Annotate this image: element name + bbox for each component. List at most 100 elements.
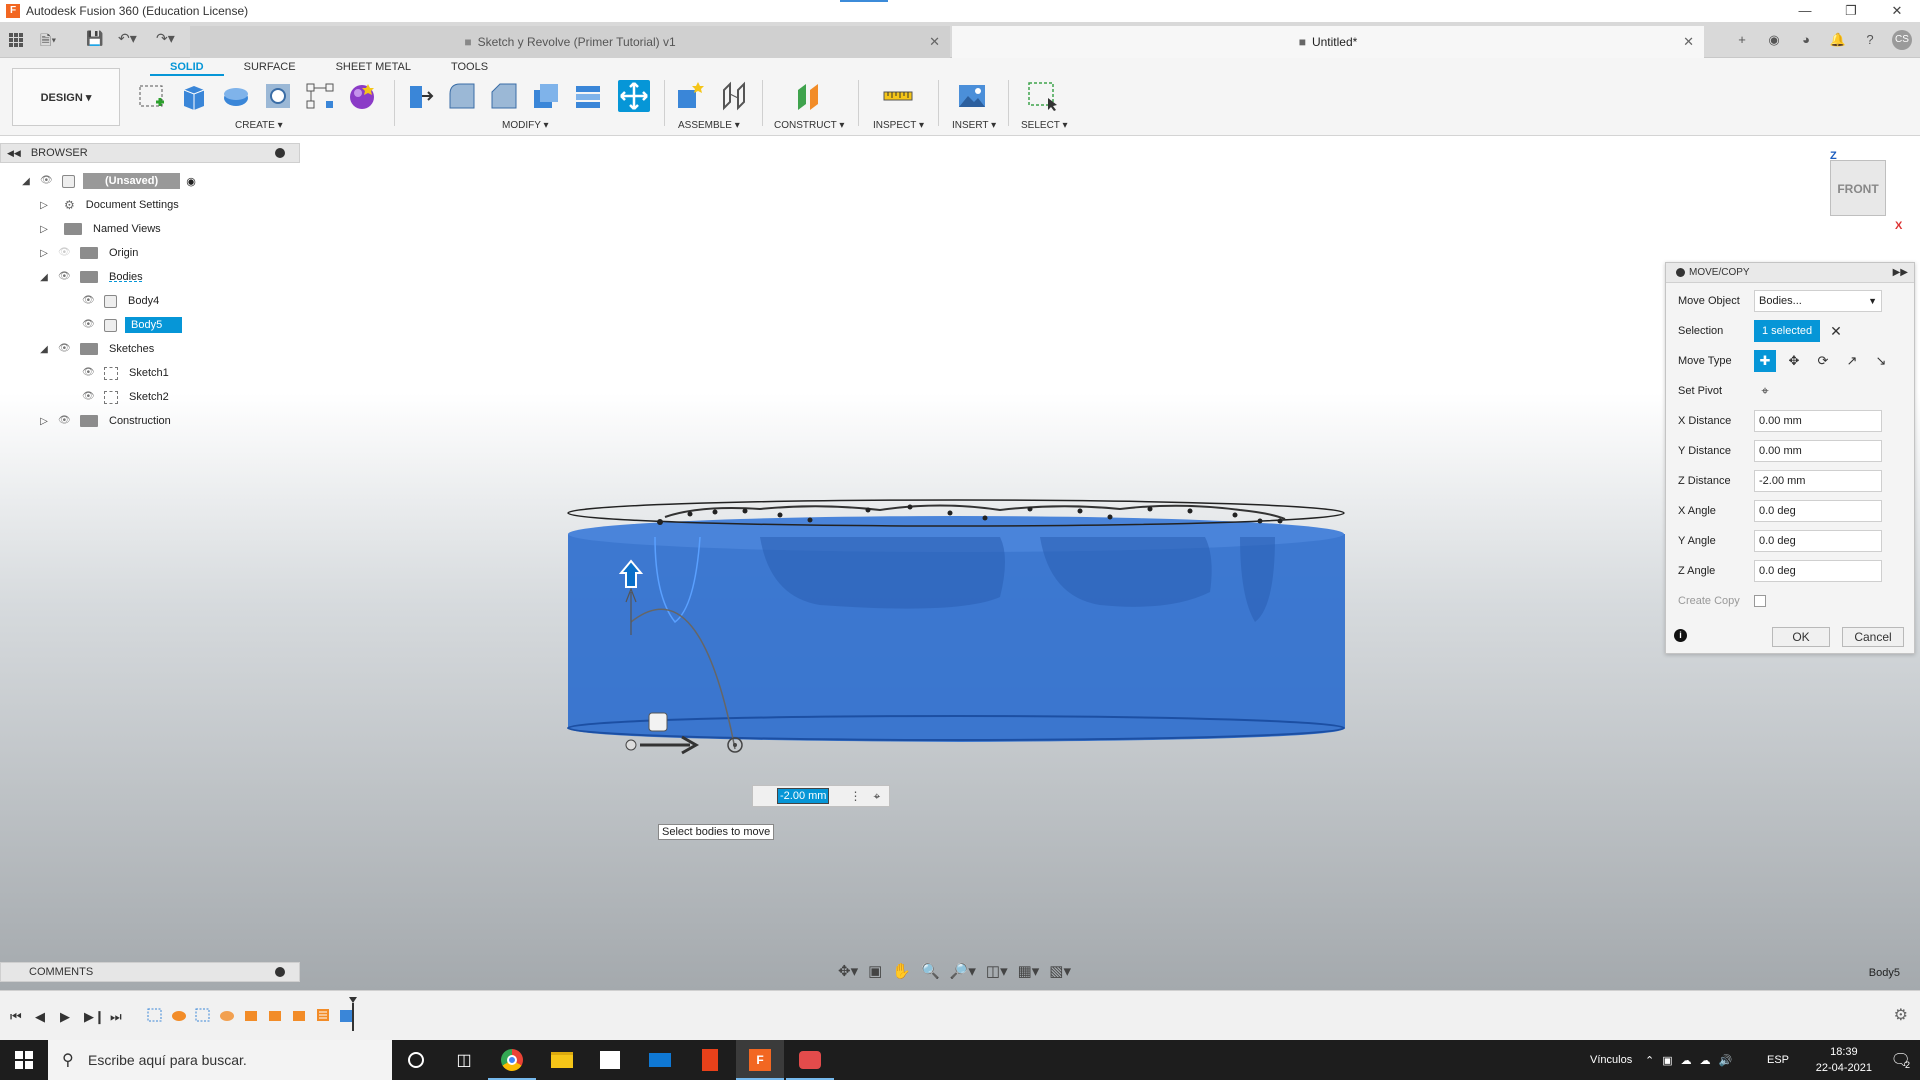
timeline-revolve-icon[interactable] <box>218 1006 236 1024</box>
task-view-button[interactable]: ◫ <box>440 1040 488 1080</box>
close-tab-icon[interactable]: ✕ <box>1683 34 1694 50</box>
activate-radio-icon[interactable]: ◉ <box>186 175 196 188</box>
taskbar-file-explorer[interactable] <box>538 1040 586 1080</box>
selection-button[interactable]: 1 selected <box>1754 320 1821 342</box>
taskbar-store[interactable] <box>586 1040 634 1080</box>
tab-solid[interactable]: SOLID <box>150 58 224 76</box>
create-sketch-icon[interactable] <box>136 80 168 112</box>
step-back-icon[interactable]: ◀ <box>35 1009 45 1025</box>
avatar[interactable]: CS <box>1892 30 1912 50</box>
tree-root[interactable]: ◢ 👁 (Unsaved) ◉ <box>20 171 196 191</box>
viewports-icon[interactable]: ▧▾ <box>1049 962 1071 980</box>
start-button[interactable] <box>0 1040 48 1080</box>
cortana-button[interactable] <box>392 1040 440 1080</box>
visibility-eye-icon[interactable]: 👁 <box>58 416 72 426</box>
modify-group-label[interactable]: MODIFY ▾ <box>502 120 549 131</box>
tab-sketch-revolve[interactable]: ■ Sketch y Revolve (Primer Tutorial) v1 … <box>190 26 950 58</box>
file-menu-icon[interactable]: 🗎▾ <box>40 30 56 54</box>
workspace-switcher[interactable]: DESIGN ▾ <box>12 68 120 126</box>
info-icon[interactable]: i <box>1674 629 1687 642</box>
timeline-revolve-icon[interactable] <box>170 1006 188 1024</box>
assemble-group-label[interactable]: ASSEMBLE ▾ <box>678 120 740 131</box>
display-settings-icon[interactable]: ◫▾ <box>986 962 1008 980</box>
tab-untitled[interactable]: ■ Untitled* ✕ <box>952 26 1704 58</box>
expand-toggle-icon[interactable]: ◢ <box>38 344 50 355</box>
notifications-bell-icon[interactable]: 🔔 <box>1828 30 1848 50</box>
browser-header[interactable]: ◀◀ BROWSER <box>0 143 300 163</box>
y-angle-field[interactable]: 0.0 deg <box>1754 530 1882 552</box>
go-to-end-icon[interactable]: ⏭ <box>110 1009 122 1025</box>
undo-icon[interactable]: ↶▾ <box>118 30 137 47</box>
save-icon[interactable]: 💾 <box>86 30 103 47</box>
x-angle-field[interactable]: 0.0 deg <box>1754 500 1882 522</box>
hole-icon[interactable] <box>262 80 294 112</box>
timeline-sketch-icon[interactable] <box>146 1006 164 1024</box>
expand-toggle-icon[interactable]: ▷ <box>38 416 50 427</box>
minimize-icon[interactable]: — <box>1782 0 1828 22</box>
timeline-extrude-icon[interactable] <box>242 1006 260 1024</box>
help-icon[interactable]: ? <box>1860 30 1880 50</box>
zoom-window-icon[interactable]: 🔎▾ <box>950 962 976 980</box>
close-tab-icon[interactable]: ✕ <box>929 34 940 50</box>
z-angle-field[interactable]: 0.0 deg <box>1754 560 1882 582</box>
data-panel-grid-icon[interactable] <box>6 30 26 50</box>
tree-item-bodies[interactable]: ◢ 👁 Bodies <box>38 267 146 287</box>
pin-icon[interactable] <box>275 148 285 158</box>
notification-center[interactable]: 🗨 2 <box>1891 1040 1911 1080</box>
set-pivot-icon[interactable]: ⌖ <box>1754 380 1776 402</box>
pan-icon[interactable]: ✋ <box>892 962 911 980</box>
move-object-select[interactable]: Bodies... ▼ <box>1754 290 1882 312</box>
zoom-icon[interactable]: 🔍 <box>921 962 940 980</box>
expand-toggle-icon[interactable]: ◢ <box>38 272 50 283</box>
shell-icon[interactable] <box>530 80 562 112</box>
y-distance-field[interactable]: 0.00 mm <box>1754 440 1882 462</box>
taskbar-discord[interactable] <box>786 1040 834 1080</box>
canvas-viewport[interactable]: -2.00 mm ⋮ ⌖ Select bodies to move <box>0 137 1920 990</box>
free-move-icon[interactable]: ✚ <box>1754 350 1776 372</box>
chamfer-icon[interactable] <box>488 80 520 112</box>
measure-icon[interactable] <box>882 80 914 112</box>
fillet-icon[interactable] <box>446 80 478 112</box>
pattern-icon[interactable] <box>304 80 336 112</box>
visibility-eye-icon[interactable]: 👁 <box>58 248 72 258</box>
tree-item-body4[interactable]: 👁 Body4 <box>62 291 162 311</box>
gear-icon[interactable]: ⚙ <box>1894 1005 1908 1025</box>
tab-tools[interactable]: TOOLS <box>431 58 508 76</box>
inspect-group-label[interactable]: INSPECT ▾ <box>873 120 924 131</box>
timeline-combine-icon[interactable] <box>314 1006 332 1024</box>
visibility-eye-icon[interactable]: 👁 <box>40 176 54 186</box>
expand-toggle-icon[interactable]: ▷ <box>38 200 50 211</box>
taskbar-fusion360[interactable]: F <box>736 1040 784 1080</box>
go-to-start-icon[interactable]: ⏮ <box>10 1009 22 1025</box>
expand-dialog-icon[interactable]: ▶▶ <box>1893 267 1908 278</box>
select-icon[interactable] <box>1026 80 1058 112</box>
point-to-point-icon[interactable]: ↗ <box>1841 350 1863 372</box>
tab-surface[interactable]: SURFACE <box>224 58 316 76</box>
ok-button[interactable]: OK <box>1772 627 1830 647</box>
clear-selection-icon[interactable]: ✕ <box>1830 323 1842 340</box>
extensions-icon[interactable]: ◉ <box>1764 30 1784 50</box>
network-icon[interactable]: ☁ <box>1700 1054 1711 1067</box>
combine-icon[interactable] <box>572 80 604 112</box>
taskbar-search[interactable]: ⚲ Escribe aquí para buscar. <box>48 1040 392 1080</box>
taskbar-clock[interactable]: 18:39 22-04-2021 <box>1816 1044 1872 1076</box>
onedrive-cloud-icon[interactable]: ☁ <box>1681 1054 1692 1067</box>
visibility-eye-icon[interactable]: 👁 <box>58 344 72 354</box>
timeline-sketch-icon[interactable] <box>194 1006 212 1024</box>
cancel-button[interactable]: Cancel <box>1842 627 1904 647</box>
construct-group-label[interactable]: CONSTRUCT ▾ <box>774 120 844 131</box>
more-options-icon[interactable]: ⋮ <box>849 789 861 803</box>
tree-item-document-settings[interactable]: ▷ ⚙ Document Settings <box>38 195 182 215</box>
new-component-icon[interactable] <box>674 80 706 112</box>
redo-icon[interactable]: ↷▾ <box>156 30 175 47</box>
restore-icon[interactable]: ❐ <box>1828 0 1874 22</box>
expand-toggle-icon[interactable]: ▷ <box>38 224 50 235</box>
collapse-browser-icon[interactable]: ◀◀ <box>7 148 21 159</box>
create-group-label[interactable]: CREATE ▾ <box>235 120 283 131</box>
dialog-pin-icon[interactable] <box>1676 268 1685 277</box>
display-icon[interactable]: ▣ <box>1662 1054 1672 1067</box>
orbit-icon[interactable]: ✥▾ <box>838 962 858 980</box>
tree-item-sketch2[interactable]: 👁 Sketch2 <box>62 387 172 407</box>
timeline-extrude-icon[interactable] <box>290 1006 308 1024</box>
taskbar-chrome[interactable] <box>488 1040 536 1080</box>
